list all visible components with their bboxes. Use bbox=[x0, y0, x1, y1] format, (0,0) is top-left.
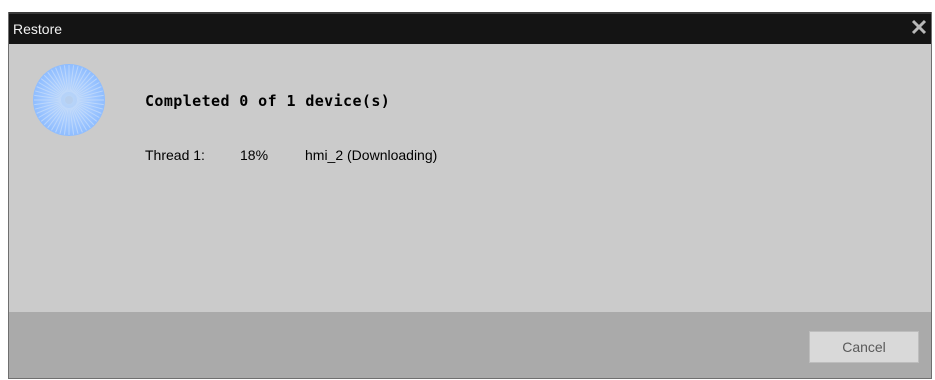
restore-dialog: Restore Completed 0 of 1 device(s) Threa… bbox=[8, 12, 932, 379]
thread-detail: hmi_2 (Downloading) bbox=[305, 147, 438, 163]
thread-row: Thread 1: 18% hmi_2 (Downloading) bbox=[145, 147, 437, 163]
progress-spinner-icon bbox=[33, 64, 105, 136]
thread-label: Thread 1: bbox=[145, 147, 205, 163]
dialog-title: Restore bbox=[13, 21, 63, 37]
dialog-footer: Cancel bbox=[9, 312, 931, 378]
cancel-button[interactable]: Cancel bbox=[809, 331, 919, 363]
dialog-body: Completed 0 of 1 device(s) Thread 1: 18%… bbox=[9, 44, 931, 312]
thread-percent: 18% bbox=[240, 147, 269, 163]
close-icon bbox=[911, 19, 927, 35]
status-title: Completed 0 of 1 device(s) bbox=[145, 92, 391, 110]
close-button[interactable] bbox=[909, 14, 929, 40]
title-bar: Restore bbox=[9, 12, 931, 44]
